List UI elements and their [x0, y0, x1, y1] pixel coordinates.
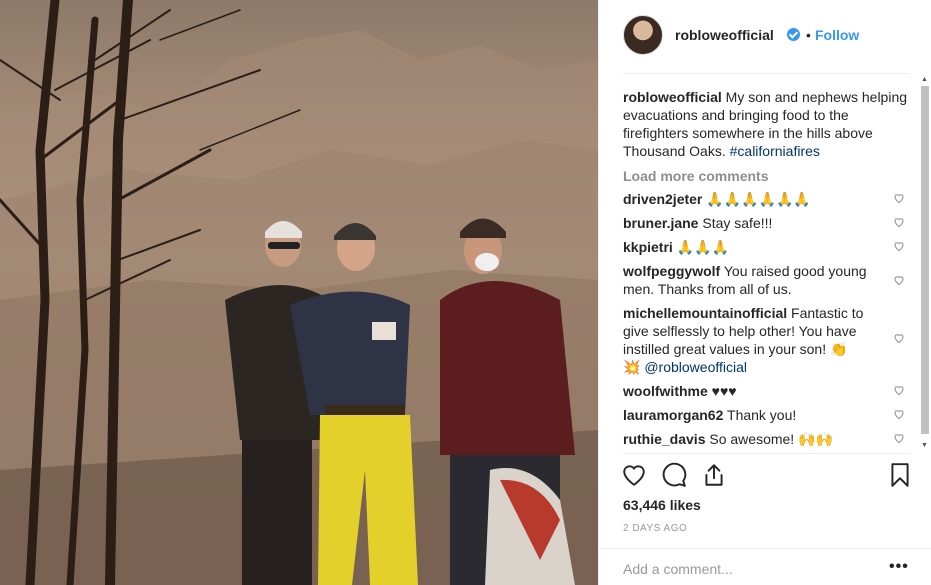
post-side-panel: robloweofficial • Follow robloweofficial… — [598, 0, 931, 585]
small-heart-icon[interactable] — [893, 274, 905, 286]
comment: lauramorgan62 Thank you! — [623, 406, 913, 424]
comment-emoji: 💥 — [623, 359, 645, 375]
scroll-down-arrow-icon[interactable]: ▼ — [921, 442, 928, 449]
likes-count[interactable]: 63,446 likes — [623, 497, 701, 513]
comment-text: 🙏🙏🙏🙏🙏🙏 — [702, 191, 811, 207]
comment-text: ♥♥♥ — [707, 383, 737, 399]
comment-text: So awesome! 🙌🙌 — [705, 431, 833, 447]
small-heart-icon[interactable] — [893, 408, 905, 420]
divider — [599, 548, 931, 549]
load-more-comments-button[interactable]: Load more comments — [623, 168, 913, 184]
comments-list[interactable]: robloweofficial My son and nephews helpi… — [623, 88, 913, 453]
post-caption: robloweofficial My son and nephews helpi… — [623, 88, 913, 160]
avatar[interactable] — [623, 15, 663, 55]
divider — [623, 453, 910, 454]
follow-button[interactable]: Follow — [815, 27, 859, 43]
photo-illustration — [0, 0, 598, 585]
comment-username[interactable]: bruner.jane — [623, 215, 698, 231]
small-heart-icon[interactable] — [893, 192, 905, 204]
comment: michellemountainofficial Fantastic to gi… — [623, 304, 913, 376]
comment-username[interactable]: michellemountainofficial — [623, 305, 787, 321]
add-comment-input[interactable]: Add a comment... — [623, 561, 733, 577]
caption-username[interactable]: robloweofficial — [623, 89, 722, 105]
post-header: robloweofficial • Follow — [599, 0, 931, 72]
comment-text: Stay safe!!! — [698, 215, 773, 231]
share-icon[interactable] — [701, 462, 727, 488]
comment-username[interactable]: ruthie_davis — [623, 431, 705, 447]
small-heart-icon[interactable] — [893, 384, 905, 396]
comments-scrollbar[interactable]: ▲ ▼ — [919, 76, 929, 453]
small-heart-icon[interactable] — [893, 216, 905, 228]
comment-mention[interactable]: @robloweofficial — [644, 359, 747, 375]
separator-dot: • — [806, 27, 811, 43]
small-heart-icon[interactable] — [893, 240, 905, 252]
bookmark-icon[interactable] — [887, 462, 913, 488]
caption-hashtag[interactable]: #californiafires — [730, 143, 820, 159]
scroll-up-arrow-icon[interactable]: ▲ — [921, 76, 928, 83]
instagram-post-view: robloweofficial • Follow robloweofficial… — [0, 0, 931, 585]
comment-username[interactable]: woolfwithme — [623, 383, 708, 399]
verified-badge-icon — [787, 28, 800, 41]
comment: ruthie_davis So awesome! 🙌🙌 — [623, 430, 913, 448]
small-heart-icon[interactable] — [893, 332, 905, 344]
comment: woolfwithme ♥♥♥ — [623, 382, 913, 400]
comment: kkpietri 🙏🙏🙏 — [623, 238, 913, 256]
comment-username[interactable]: kkpietri — [623, 239, 673, 255]
post-username[interactable]: robloweofficial — [675, 27, 774, 43]
comment: wolfpeggywolf You raised good young men.… — [623, 262, 913, 298]
scrollbar-thumb[interactable] — [921, 86, 929, 434]
post-photo[interactable] — [0, 0, 598, 585]
comment-text: 🙏🙏🙏 — [672, 239, 729, 255]
comment-username[interactable]: lauramorgan62 — [623, 407, 723, 423]
post-timestamp[interactable]: 2 DAYS AGO — [623, 523, 687, 534]
comment-username[interactable]: wolfpeggywolf — [623, 263, 720, 279]
heart-icon[interactable] — [621, 462, 647, 488]
post-actions — [621, 462, 916, 490]
comment: bruner.jane Stay safe!!! — [623, 214, 913, 232]
comment: driven2jeter 🙏🙏🙏🙏🙏🙏 — [623, 190, 913, 208]
small-heart-icon[interactable] — [893, 432, 905, 444]
comment-bubble-icon[interactable] — [661, 462, 687, 488]
comment-text: Thank you! — [723, 407, 797, 423]
comment-username[interactable]: driven2jeter — [623, 191, 702, 207]
divider — [623, 73, 910, 74]
more-options-button[interactable]: ••• — [889, 558, 909, 576]
